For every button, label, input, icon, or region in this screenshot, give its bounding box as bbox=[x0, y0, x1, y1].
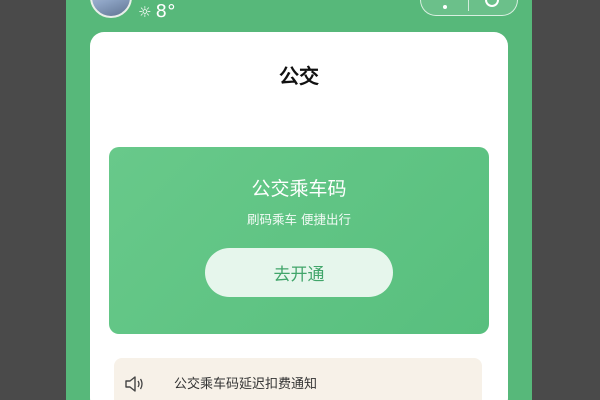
capsule-divider bbox=[468, 0, 469, 11]
activate-button[interactable]: 去开通 bbox=[205, 248, 393, 297]
more-menu-icon[interactable] bbox=[443, 5, 447, 9]
avatar[interactable] bbox=[90, 0, 132, 18]
sun-icon: ☼ bbox=[138, 2, 152, 21]
speaker-icon bbox=[125, 376, 143, 392]
close-icon[interactable] bbox=[485, 0, 499, 7]
notice-text: 公交乘车码延迟扣费通知 bbox=[174, 377, 318, 392]
promo-subtitle: 刷码乘车 便捷出行 bbox=[247, 212, 351, 227]
promo-title: 公交乘车码 bbox=[251, 178, 347, 200]
mini-program-capsule bbox=[420, 0, 518, 16]
main-card: 公交 公交乘车码 刷码乘车 便捷出行 去开通 公交乘车码延迟扣费通知 bbox=[90, 32, 508, 400]
top-bar: ☼ 8° bbox=[66, 0, 532, 28]
weather-widget: ☼ 8° bbox=[138, 0, 176, 24]
page-title: 公交 bbox=[279, 64, 319, 88]
app-screen: ☼ 8° 公交 公交乘车码 刷码乘车 便捷出行 去开通 公交乘车码延迟扣费通知 bbox=[66, 0, 532, 400]
bus-code-promo: 公交乘车码 刷码乘车 便捷出行 去开通 bbox=[109, 147, 489, 334]
notice-bar[interactable]: 公交乘车码延迟扣费通知 bbox=[114, 358, 482, 400]
temperature-text: 8° bbox=[155, 1, 176, 22]
